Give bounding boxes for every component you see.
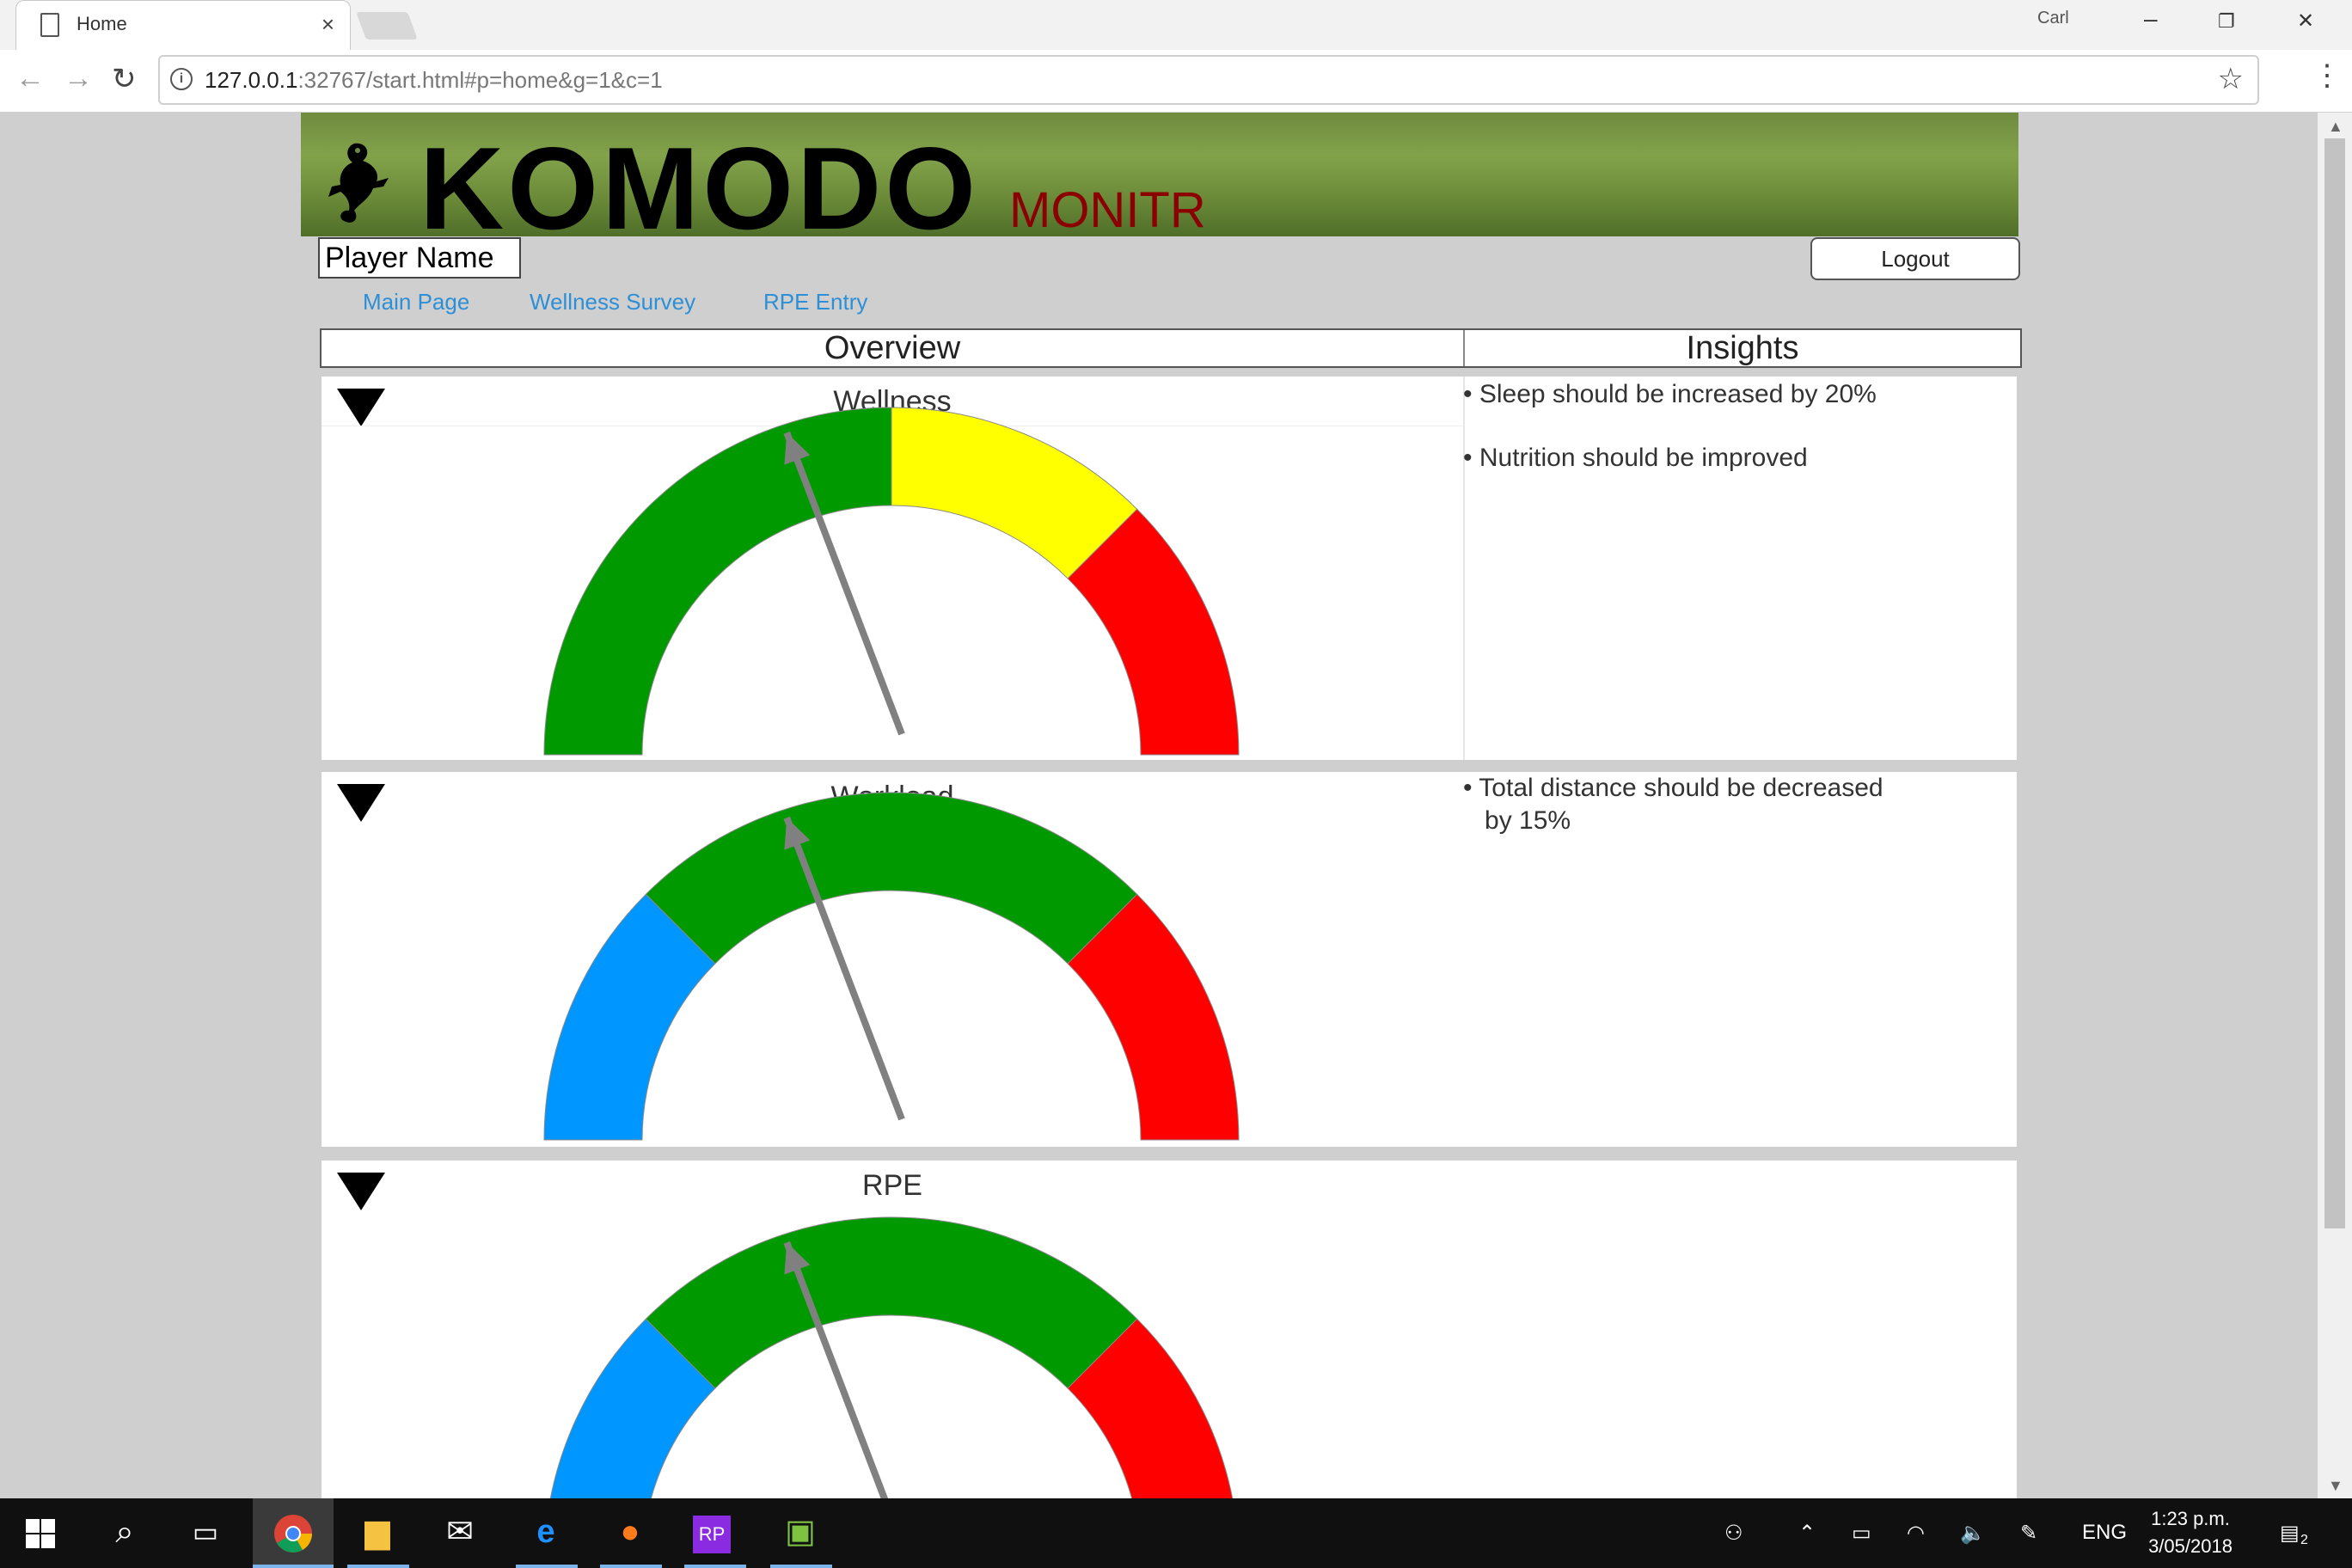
column-divider (1463, 377, 1465, 760)
scrollbar[interactable]: ▲ ▼ (2318, 113, 2352, 1498)
gauge-band-1 (645, 792, 1138, 965)
app-green-icon[interactable]: ▣ (779, 1510, 822, 1553)
new-tab-button[interactable] (356, 12, 418, 40)
profile-button[interactable]: Carl (2037, 9, 2069, 28)
browser-toolbar: ← → ↻ i 127.0.0.1:32767/start.html#p=hom… (0, 50, 2352, 113)
file-explorer-icon[interactable]: ▆ (356, 1510, 399, 1553)
scroll-up-icon[interactable]: ▲ (2328, 118, 2343, 136)
notification-count: 2 (2300, 1533, 2308, 1547)
column-headers: Overview Insights (320, 328, 2022, 368)
player-name-field[interactable]: Player Name (318, 237, 521, 279)
url-host: 127.0.0.1 (205, 67, 298, 93)
brand-subtitle: MONITR (1009, 182, 1206, 236)
insight-item: • Nutrition should be improved (1463, 444, 1808, 472)
insights-header: Insights (1686, 330, 1799, 366)
rpe-panel: RPE (322, 1161, 2017, 1498)
nav-rpe-entry[interactable]: RPE Entry (763, 289, 867, 315)
nav-wellness-survey[interactable]: Wellness Survey (530, 289, 695, 315)
minimize-icon[interactable]: – (2144, 5, 2158, 33)
notifications-icon[interactable]: ▤ (2280, 1521, 2300, 1546)
banner: KOMODO MONITR (301, 113, 2018, 236)
clock-time: 1:23 p.m. (2151, 1508, 2230, 1529)
reload-icon[interactable]: ↻ (112, 62, 137, 96)
clock-date: 3/05/2018 (2148, 1535, 2233, 1557)
windows-icon[interactable] (26, 1519, 55, 1548)
tab-title: Home (77, 13, 127, 34)
address-bar[interactable]: i 127.0.0.1:32767/start.html#p=home&g=1&… (158, 55, 2259, 105)
scroll-down-icon[interactable]: ▼ (2328, 1477, 2343, 1495)
insight-item: • Sleep should be increased by 20% (1463, 380, 1877, 408)
info-icon[interactable]: i (170, 68, 193, 90)
rp-app-icon[interactable]: RP (693, 1516, 731, 1553)
wifi-icon[interactable]: ◠ (1907, 1521, 1925, 1546)
back-icon[interactable]: ← (15, 62, 45, 95)
insight-item: • Total distance should be decreased (1463, 774, 1883, 802)
edge-icon[interactable]: e (524, 1510, 567, 1553)
tab-close-icon[interactable]: × (322, 11, 334, 38)
page-icon (40, 13, 59, 37)
insight-item: by 15% (1463, 806, 1571, 835)
running-indicator (516, 1565, 578, 1568)
chrome-icon (274, 1515, 312, 1553)
wellness-gauge (543, 407, 1240, 756)
chrome-taskbar-button[interactable] (253, 1498, 334, 1568)
people-icon[interactable]: ⚇ (1724, 1521, 1743, 1546)
workload-gauge (543, 792, 1240, 1141)
volume-muted-icon[interactable]: 🔈 (1960, 1521, 1986, 1546)
scrollbar-thumb[interactable] (2324, 138, 2345, 1228)
browser-menu-icon[interactable]: ⋮ (2312, 58, 2342, 93)
pen-icon[interactable]: ✎ (2020, 1521, 2037, 1546)
logout-button[interactable]: Logout (1810, 237, 2020, 280)
wellness-panel: Wellness • Sleep should be increased by … (322, 377, 2017, 760)
app-orange-icon[interactable]: ● (609, 1510, 652, 1553)
running-indicator (770, 1565, 832, 1568)
browser-tab[interactable]: Home × (15, 0, 351, 51)
mail-icon[interactable]: ✉ (438, 1510, 481, 1553)
nav-main-page[interactable]: Main Page (363, 289, 469, 315)
browser-titlebar: Home × Carl – ❐ ✕ (0, 0, 2352, 51)
workload-panel: Workload • Total distance should be decr… (322, 772, 2017, 1147)
brand-title: KOMODO (420, 123, 980, 236)
gauge-band-0 (543, 407, 892, 756)
battery-icon[interactable]: ▭ (1852, 1521, 1871, 1546)
search-icon[interactable]: ⌕ (103, 1510, 146, 1553)
task-view-icon[interactable]: ▭ (184, 1510, 227, 1553)
url-path: :32767/start.html#p=home&g=1&c=1 (297, 67, 663, 93)
rpe-gauge (549, 1216, 1234, 1498)
window-close-icon[interactable]: ✕ (2297, 9, 2314, 34)
bookmark-star-icon[interactable]: ☆ (2218, 62, 2244, 96)
url-text: 127.0.0.1:32767/start.html#p=home&g=1&c=… (205, 67, 663, 94)
tray-chevron-icon[interactable]: ⌃ (1798, 1521, 1816, 1546)
gauge-band-1 (645, 1216, 1138, 1389)
running-indicator (347, 1565, 409, 1568)
komodo-logo-icon (328, 143, 389, 223)
restore-icon[interactable]: ❐ (2218, 10, 2235, 33)
language-indicator[interactable]: ENG (2082, 1521, 2127, 1545)
clock[interactable]: 1:23 p.m. 3/05/2018 (2139, 1505, 2242, 1560)
taskbar: ⌕ ▭ ▆ ✉ e ● RP ▣ ⚇ ⌃ ▭ ◠ 🔈 ✎ ENG 1:23 p.… (0, 1498, 2352, 1568)
running-indicator (684, 1565, 746, 1568)
forward-icon[interactable]: → (64, 62, 93, 95)
running-indicator (600, 1565, 662, 1568)
overview-header: Overview (322, 330, 1465, 366)
active-indicator (253, 1565, 334, 1568)
